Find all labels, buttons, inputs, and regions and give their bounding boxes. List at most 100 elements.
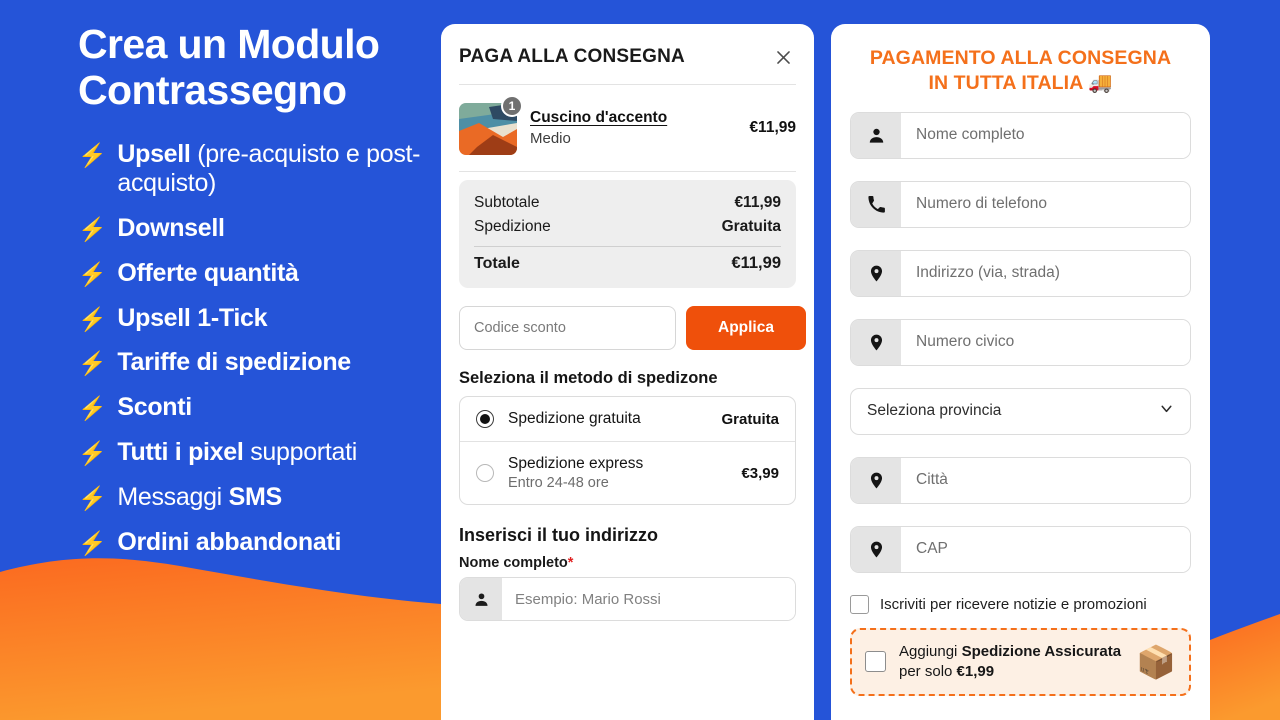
insurance-price: €1,99 bbox=[956, 662, 995, 680]
feature-label: Ordini abbandonati bbox=[117, 528, 342, 557]
product-name-link[interactable]: Cuscino d'accento bbox=[530, 109, 736, 127]
cod-form-title-line1: PAGAMENTO ALLA CONSEGNA bbox=[869, 47, 1172, 69]
divider bbox=[474, 246, 781, 247]
city-input[interactable] bbox=[901, 457, 1190, 503]
person-icon bbox=[851, 112, 901, 158]
bolt-icon: ⚡ bbox=[78, 395, 107, 422]
list-item: ⚡ Messaggi SMS bbox=[78, 483, 421, 513]
close-icon[interactable] bbox=[770, 44, 796, 70]
newsletter-label: Iscriviti per ricevere notizie e promozi… bbox=[880, 595, 1147, 613]
bolt-icon: ⚡ bbox=[78, 260, 107, 287]
quantity-badge: 1 bbox=[501, 95, 523, 117]
insurance-text-bold: Spedizione Assicurata bbox=[961, 642, 1122, 660]
insurance-text-after: per solo bbox=[899, 662, 957, 680]
chevron-down-icon bbox=[1158, 400, 1175, 422]
cart-header: PAGA ALLA CONSEGNA bbox=[441, 24, 814, 84]
apply-discount-button[interactable]: Applica bbox=[686, 306, 806, 350]
field-phone bbox=[850, 180, 1191, 228]
divider bbox=[459, 171, 796, 172]
shipping-method-heading: Seleziona il metodo di spedizone bbox=[459, 369, 718, 387]
summary-row-subtotal: Subtotale €11,99 bbox=[474, 191, 781, 215]
shipping-option-price: €3,99 bbox=[741, 464, 779, 482]
insured-shipping-upsell[interactable]: Aggiungi Spedizione Assicurata per solo … bbox=[850, 627, 1191, 696]
radio-express-shipping[interactable] bbox=[476, 464, 494, 482]
list-item: ⚡ Tariffe di spedizione bbox=[78, 348, 421, 378]
bolt-icon: ⚡ bbox=[78, 215, 107, 242]
fullname-field-label: Nome completo* bbox=[459, 555, 796, 571]
summary-row-shipping: Spedizione Gratuita bbox=[474, 215, 781, 239]
shipping-option-labels: Spedizione express Entro 24-48 ore bbox=[508, 455, 727, 491]
feature-label: Upsell 1-Tick bbox=[117, 303, 268, 332]
feature-label: Downsell bbox=[117, 213, 225, 242]
bolt-icon: ⚡ bbox=[78, 305, 107, 332]
list-item: ⚡ Offerte quantità bbox=[78, 259, 421, 289]
insured-shipping-label: Aggiungi Spedizione Assicurata per solo … bbox=[899, 642, 1123, 682]
shipping-option-free[interactable]: Spedizione gratuita Gratuita bbox=[460, 397, 795, 441]
province-select-value: Seleziona provincia bbox=[867, 402, 1002, 420]
list-item: ⚡ Downsell bbox=[78, 214, 421, 244]
field-fullname bbox=[850, 111, 1191, 159]
cart-title: PAGA ALLA CONSEGNA bbox=[459, 46, 685, 67]
cod-form-panel: PAGAMENTO ALLA CONSEGNA IN TUTTA ITALIA … bbox=[831, 24, 1210, 720]
shipping-method-group: Spedizione gratuita Gratuita Spedizione … bbox=[459, 396, 796, 505]
list-item: ⚡ Upsell 1-Tick bbox=[78, 304, 421, 334]
field-street-number bbox=[850, 318, 1191, 366]
feature-label: Sconti bbox=[117, 393, 192, 422]
insured-shipping-checkbox[interactable] bbox=[865, 651, 886, 673]
required-asterisk: * bbox=[567, 555, 574, 571]
cart-drawer-panel: PAGA ALLA CONSEGNA 1 Cuscino d'accento M… bbox=[441, 24, 814, 720]
shipping-option-labels: Spedizione gratuita bbox=[508, 410, 707, 428]
address-input[interactable] bbox=[901, 250, 1190, 296]
list-item: ⚡ Tutti i pixel supportati bbox=[78, 438, 421, 468]
feature-label: Messaggi SMS bbox=[117, 483, 282, 512]
shipping-option-price: Gratuita bbox=[721, 410, 779, 428]
bolt-icon: ⚡ bbox=[78, 350, 107, 377]
subtotal-label: Subtotale bbox=[474, 194, 540, 211]
cod-form-body: PAGAMENTO ALLA CONSEGNA IN TUTTA ITALIA … bbox=[831, 24, 1210, 696]
cart-line-item: 1 Cuscino d'accento Medio €11,99 bbox=[441, 85, 814, 171]
cod-form-title-line2: IN TUTTA ITALIA 🚚 bbox=[928, 71, 1113, 94]
province-select[interactable]: Seleziona provincia bbox=[850, 387, 1191, 435]
newsletter-checkbox[interactable] bbox=[850, 594, 869, 614]
bolt-icon: ⚡ bbox=[78, 530, 107, 557]
product-info: Cuscino d'accento Medio bbox=[530, 109, 736, 147]
feature-label: Offerte quantità bbox=[117, 258, 299, 287]
shipping-option-subtitle: Entro 24-48 ore bbox=[508, 475, 609, 491]
summary-row-total: Totale €11,99 bbox=[474, 251, 781, 276]
fullname-input[interactable] bbox=[901, 112, 1190, 158]
postal-code-input[interactable] bbox=[901, 526, 1190, 572]
shipping-option-name: Spedizione express bbox=[508, 455, 644, 472]
discount-code-row: Applica bbox=[459, 306, 806, 350]
field-city bbox=[850, 456, 1191, 504]
fullname-label-text: Nome completo bbox=[459, 555, 568, 571]
fullname-field-wrap bbox=[459, 577, 796, 621]
left-marketing-panel: Crea un Modulo Contrassegno ⚡ Upsell (pr… bbox=[0, 0, 441, 720]
feature-label: Tariffe di spedizione bbox=[117, 348, 351, 377]
street-number-input[interactable] bbox=[901, 319, 1190, 365]
list-item: ⚡ Upsell (pre-acquisto e post-acquisto) bbox=[78, 140, 421, 199]
page-title: Crea un Modulo Contrassegno bbox=[78, 21, 380, 113]
product-thumbnail-wrap: 1 bbox=[459, 95, 523, 157]
discount-code-input[interactable] bbox=[459, 306, 676, 350]
order-summary: Subtotale €11,99 Spedizione Gratuita Tot… bbox=[459, 180, 796, 288]
radio-free-shipping[interactable] bbox=[476, 410, 494, 428]
fullname-input[interactable] bbox=[502, 578, 795, 620]
phone-input[interactable] bbox=[901, 181, 1190, 227]
insurance-text-before: Aggiungi bbox=[899, 642, 962, 660]
product-price: €11,99 bbox=[749, 119, 796, 136]
shipping-label: Spedizione bbox=[474, 218, 551, 235]
shipping-value: Gratuita bbox=[721, 218, 781, 235]
product-variant: Medio bbox=[530, 130, 571, 147]
bolt-icon: ⚡ bbox=[78, 440, 107, 467]
shipping-option-express[interactable]: Spedizione express Entro 24-48 ore €3,99 bbox=[460, 441, 795, 504]
field-postal-code bbox=[850, 525, 1191, 573]
feature-list: ⚡ Upsell (pre-acquisto e post-acquisto) … bbox=[78, 140, 421, 558]
phone-icon bbox=[851, 181, 901, 227]
screenshot-root: Crea un Modulo Contrassegno ⚡ Upsell (pr… bbox=[0, 0, 1280, 720]
location-pin-icon bbox=[851, 526, 901, 572]
location-pin-icon bbox=[851, 457, 901, 503]
list-item: ⚡ Sconti bbox=[78, 393, 421, 423]
location-pin-icon bbox=[851, 319, 901, 365]
address-section-heading: Inserisci il tuo indirizzo bbox=[459, 525, 659, 545]
newsletter-checkbox-row[interactable]: Iscriviti per ricevere notizie e promozi… bbox=[850, 594, 1191, 614]
